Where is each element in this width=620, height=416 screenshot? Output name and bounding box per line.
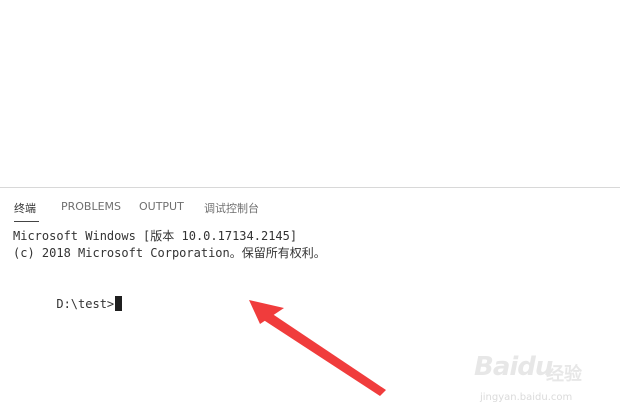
watermark-logo: Baidu (474, 352, 553, 382)
terminal-prompt-line[interactable]: D:\test> (13, 279, 123, 330)
tab-debug-console[interactable]: 调试控制台 (204, 200, 259, 216)
tab-output[interactable]: OUTPUT (139, 200, 184, 213)
terminal-output[interactable]: Microsoft Windows [版本 10.0.17134.2145] (… (13, 228, 603, 311)
terminal-cursor (115, 296, 123, 311)
terminal-prompt: D:\test> (56, 297, 115, 311)
tab-terminal[interactable]: 终端 (14, 200, 36, 216)
editor-area (0, 0, 620, 187)
active-tab-indicator (14, 221, 39, 222)
watermark-url: jingyan.baidu.com (480, 392, 573, 403)
terminal-line: Microsoft Windows [版本 10.0.17134.2145] (13, 229, 298, 243)
panel-tab-bar: 终端 PROBLEMS OUTPUT 调试控制台 (0, 188, 620, 222)
tab-problems[interactable]: PROBLEMS (61, 200, 121, 213)
watermark-cn-text: 经验 (546, 364, 582, 385)
terminal-line: (c) 2018 Microsoft Corporation。保留所有权利。 (13, 246, 326, 260)
baidu-watermark: Baidu 经验 jingyan.baidu.com (474, 352, 614, 408)
